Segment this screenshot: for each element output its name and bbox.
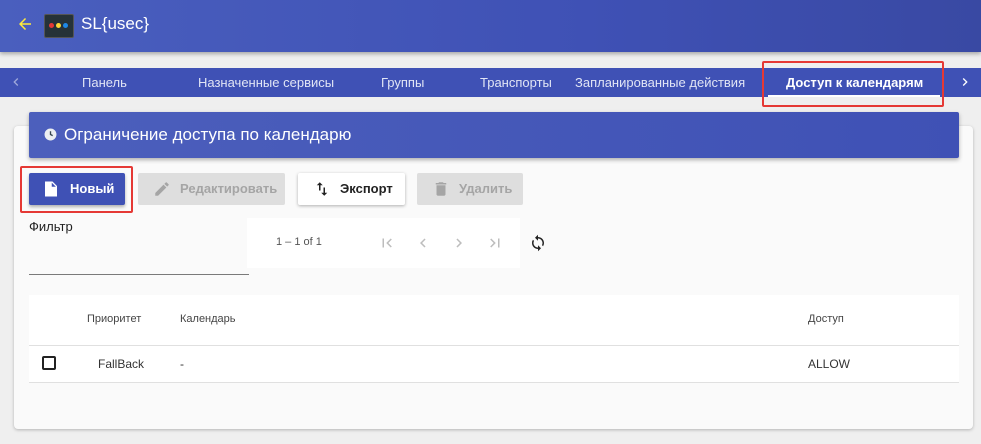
card-title: Ограничение доступа по календарю <box>64 125 352 144</box>
delete-button-label: Удалить <box>459 181 513 196</box>
chevron-right-icon[interactable] <box>957 74 973 90</box>
last-page-icon[interactable] <box>486 234 504 252</box>
cell-access: ALLOW <box>808 357 851 371</box>
cell-priority: FallBack <box>98 357 145 371</box>
next-page-icon[interactable] <box>450 234 468 252</box>
pager-range: 1 – 1 of 1 <box>276 236 322 248</box>
row-checkbox[interactable] <box>42 356 56 370</box>
app-logo-icon <box>44 14 74 38</box>
edit-button-label: Редактировать <box>180 181 278 196</box>
paginator: 1 – 1 of 1 <box>247 218 520 268</box>
tab-panel[interactable]: Панель <box>82 68 127 97</box>
card-header: Ограничение доступа по календарю <box>29 112 959 158</box>
column-header-priority[interactable]: Приоритет <box>87 313 141 325</box>
previous-page-icon[interactable] <box>414 234 432 252</box>
table-divider <box>29 345 959 346</box>
column-header-calendar[interactable]: Календарь <box>180 313 236 325</box>
highlight-box-new <box>20 166 133 213</box>
first-page-icon[interactable] <box>378 234 396 252</box>
export-button[interactable]: Экспорт <box>298 173 405 205</box>
tab-assigned-services[interactable]: Назначенные сервисы <box>198 68 334 97</box>
table-bottom-border <box>29 382 959 383</box>
refresh-icon[interactable] <box>529 234 547 252</box>
data-table: Приоритет Календарь Доступ FallBack - AL… <box>29 295 959 383</box>
app-title: SL{usec} <box>81 14 150 33</box>
highlight-box-tab <box>762 61 944 107</box>
filter-input[interactable] <box>29 244 249 275</box>
content-card <box>14 126 973 429</box>
filter-label: Фильтр <box>29 219 73 234</box>
column-header-access[interactable]: Доступ <box>808 313 844 325</box>
edit-button[interactable]: Редактировать <box>138 173 285 205</box>
swap-vertical-icon <box>316 182 328 196</box>
tab-transports[interactable]: Транспорты <box>480 68 552 97</box>
chevron-left-icon[interactable] <box>8 74 24 90</box>
cell-calendar: - <box>180 357 184 371</box>
pencil-icon <box>155 182 169 196</box>
tab-scheduled-actions[interactable]: Запланированные действия <box>575 68 745 97</box>
export-button-label: Экспорт <box>340 181 393 196</box>
arrow-left-icon[interactable] <box>16 15 34 33</box>
clock-icon <box>44 128 57 141</box>
trash-icon <box>435 182 447 196</box>
delete-button[interactable]: Удалить <box>417 173 523 205</box>
app-bar: SL{usec} <box>0 0 981 52</box>
tab-groups[interactable]: Группы <box>381 68 424 97</box>
